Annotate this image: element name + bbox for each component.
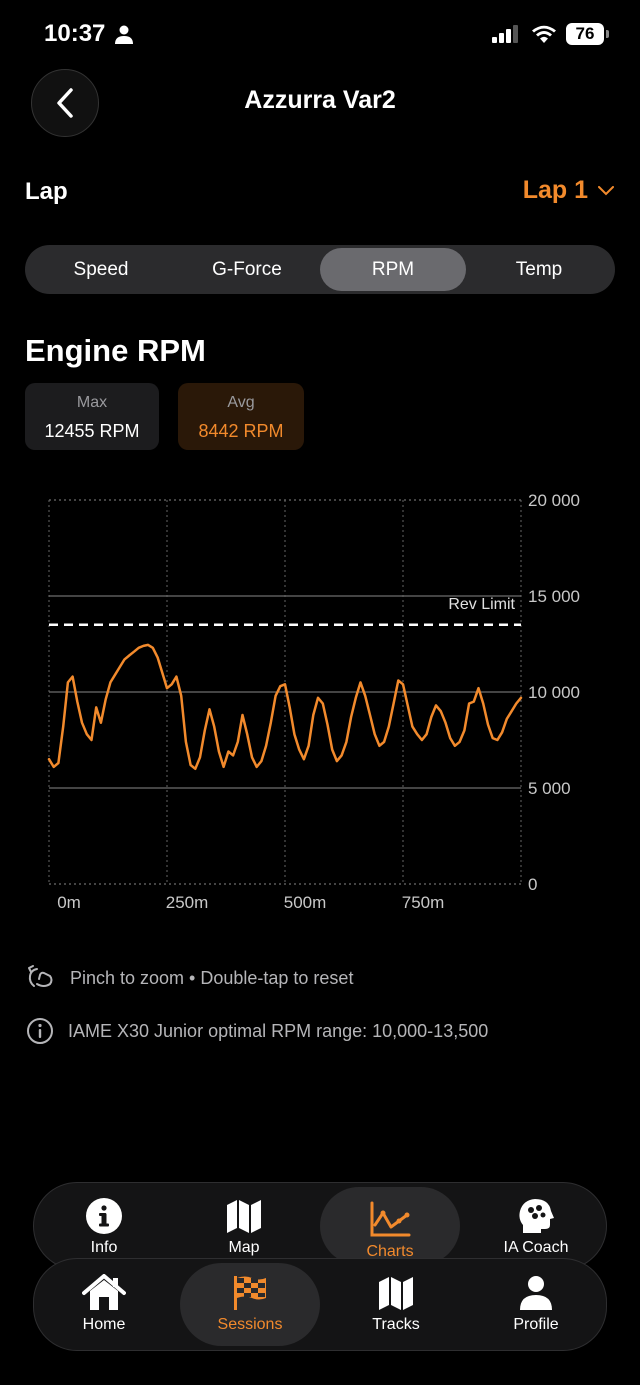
map-icon [227, 1200, 261, 1233]
tab-map-label: Map [228, 1239, 260, 1256]
avg-stat-card: Avg 8442 RPM [178, 383, 304, 450]
x-tick-label: 750m [402, 893, 445, 912]
session-tab-bar: Info Map Charts IA Coach [33, 1182, 607, 1270]
battery-indicator: 76 [566, 23, 604, 45]
zoom-hint: Pinch to zoom • Double-tap to reset [26, 964, 353, 992]
lap-label: Lap [25, 178, 68, 205]
tab-sessions-label: Sessions [217, 1316, 283, 1333]
tab-sessions[interactable]: Sessions [180, 1263, 320, 1346]
main-tab-bar: Home Sessions Tracks Profile [33, 1258, 607, 1351]
tab-profile[interactable]: Profile [466, 1259, 606, 1350]
y-tick-label: 20 000 [528, 491, 580, 510]
person-icon [520, 1276, 552, 1310]
rpm-chart[interactable]: 20 000 15 000 10 000 5 000 0 0m 250m 500m 750m Re… [0, 480, 640, 920]
section-title: Engine RPM [25, 333, 206, 368]
status-time: 10:37 [44, 20, 106, 47]
rpm-range-info: IAME X30 Junior optimal RPM range: 10,00… [26, 1017, 488, 1045]
info-icon [86, 1198, 122, 1234]
zoom-hint-text: Pinch to zoom • Double-tap to reset [70, 967, 354, 988]
tab-ia-coach[interactable]: IA Coach [466, 1183, 606, 1269]
tab-info-label: Info [90, 1239, 118, 1256]
y-tick-label: 0 [528, 875, 537, 894]
tab-map[interactable]: Map [174, 1183, 314, 1269]
brain-icon [519, 1199, 554, 1233]
pinch-gesture-icon [28, 965, 53, 987]
page-title: Azzurra Var2 [244, 86, 396, 114]
tab-tracks-label: Tracks [372, 1316, 420, 1333]
info-circle-icon [27, 1018, 53, 1044]
tab-rpm[interactable]: RPM [320, 248, 466, 291]
x-tick-label: 500m [284, 893, 327, 912]
tab-speed[interactable]: Speed [28, 248, 174, 291]
y-tick-label: 10 000 [528, 683, 580, 702]
tab-charts[interactable]: Charts [320, 1187, 460, 1265]
avg-stat-label: Avg [227, 394, 255, 411]
tab-home-label: Home [82, 1316, 126, 1333]
signal-icon [492, 25, 518, 43]
battery-nub [606, 30, 609, 38]
chart-icon [370, 1201, 411, 1237]
metric-segmented-control: Speed G-Force RPM Temp [25, 245, 615, 294]
tab-profile-label: Profile [513, 1316, 559, 1333]
y-tick-label: 15 000 [528, 587, 580, 606]
rpm-chart-svg: 20 000 15 000 10 000 5 000 0 0m 250m 500m 750m Re… [47, 491, 580, 912]
avg-stat-value: 8442 RPM [198, 421, 284, 441]
lap-selector[interactable]: Lap 1 [523, 176, 614, 205]
tab-tracks[interactable]: Tracks [326, 1259, 466, 1350]
rev-limit-label: Rev Limit [448, 596, 515, 613]
lap-selected-value: Lap 1 [522, 176, 588, 204]
map-icon [379, 1277, 413, 1310]
max-stat-label: Max [76, 394, 108, 411]
x-tick-label: 250m [166, 893, 209, 912]
tab-ia-coach-label: IA Coach [503, 1239, 569, 1256]
tab-temp[interactable]: Temp [466, 248, 612, 291]
home-icon [82, 1274, 126, 1310]
rpm-range-info-text: IAME X30 Junior optimal RPM range: 10,00… [68, 1020, 489, 1041]
person-icon [115, 25, 133, 44]
y-tick-label: 5 000 [528, 779, 571, 798]
x-tick-label: 0m [57, 893, 81, 912]
max-stat-card: Max 12455 RPM [25, 383, 159, 450]
tab-info[interactable]: Info [34, 1183, 174, 1269]
tab-g-force[interactable]: G-Force [174, 248, 320, 291]
tab-home[interactable]: Home [34, 1259, 174, 1350]
chevron-down-icon [598, 185, 614, 195]
status-bar: 10:37 76 [0, 0, 640, 70]
checkered-flag-icon [234, 1276, 266, 1310]
max-stat-value: 12455 RPM [44, 421, 140, 441]
wifi-icon [532, 25, 556, 43]
